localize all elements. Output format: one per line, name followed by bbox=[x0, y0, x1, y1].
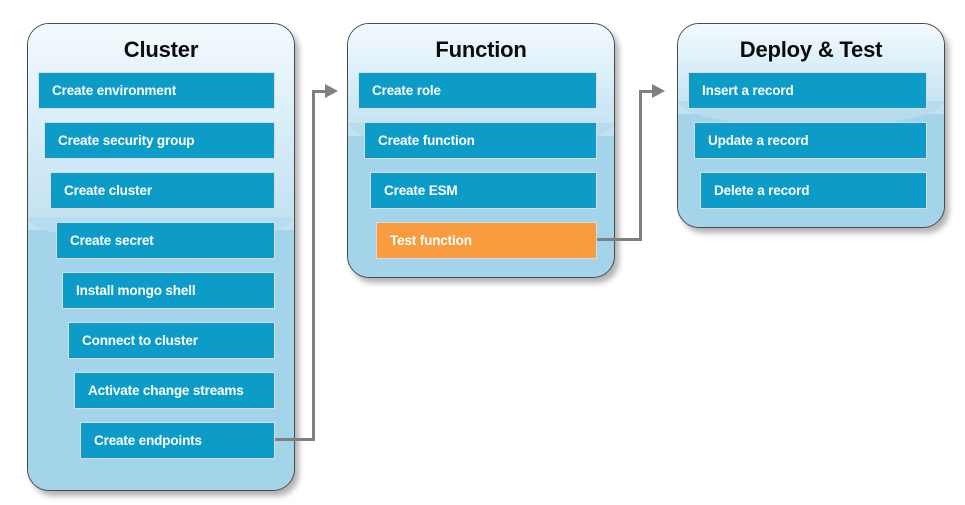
step-box-cluster-5[interactable]: Connect to cluster bbox=[68, 322, 275, 359]
connector-function-to-deploy-arrowhead-icon bbox=[652, 84, 665, 98]
step-box-deploy-test-1[interactable]: Update a record bbox=[694, 122, 927, 159]
connector-cluster-to-function-arrowhead-icon bbox=[325, 84, 338, 98]
connector-cluster-to-function-segment-1 bbox=[312, 90, 315, 441]
step-box-cluster-4[interactable]: Install mongo shell bbox=[62, 272, 275, 309]
diagram-canvas: Cluster Create environment Create security… bbox=[0, 0, 965, 505]
connector-function-to-deploy-segment-1 bbox=[639, 90, 642, 241]
step-box-deploy-test-0[interactable]: Insert a record bbox=[688, 72, 927, 109]
panel-title-deploy-test: Deploy & Test bbox=[739, 37, 883, 62]
connector-cluster-to-function-segment-0 bbox=[275, 438, 315, 441]
panel-title-cluster: Cluster bbox=[123, 37, 199, 62]
step-box-cluster-6[interactable]: Activate change streams bbox=[74, 372, 275, 409]
step-box-cluster-1[interactable]: Create security group bbox=[44, 122, 275, 159]
step-box-cluster-2[interactable]: Create cluster bbox=[50, 172, 275, 209]
panel-title-function: Function bbox=[435, 37, 527, 62]
connector-function-to-deploy-segment-0 bbox=[597, 238, 642, 241]
step-box-function-2[interactable]: Create ESM bbox=[370, 172, 597, 209]
step-box-cluster-3[interactable]: Create secret bbox=[56, 222, 275, 259]
step-box-deploy-test-2[interactable]: Delete a record bbox=[700, 172, 927, 209]
step-box-cluster-7[interactable]: Create endpoints bbox=[80, 422, 275, 459]
step-box-cluster-0[interactable]: Create environment bbox=[38, 72, 275, 109]
step-box-function-1[interactable]: Create function bbox=[364, 122, 597, 159]
step-box-function-3[interactable]: Test function bbox=[376, 222, 597, 259]
step-box-function-0[interactable]: Create role bbox=[358, 72, 597, 109]
